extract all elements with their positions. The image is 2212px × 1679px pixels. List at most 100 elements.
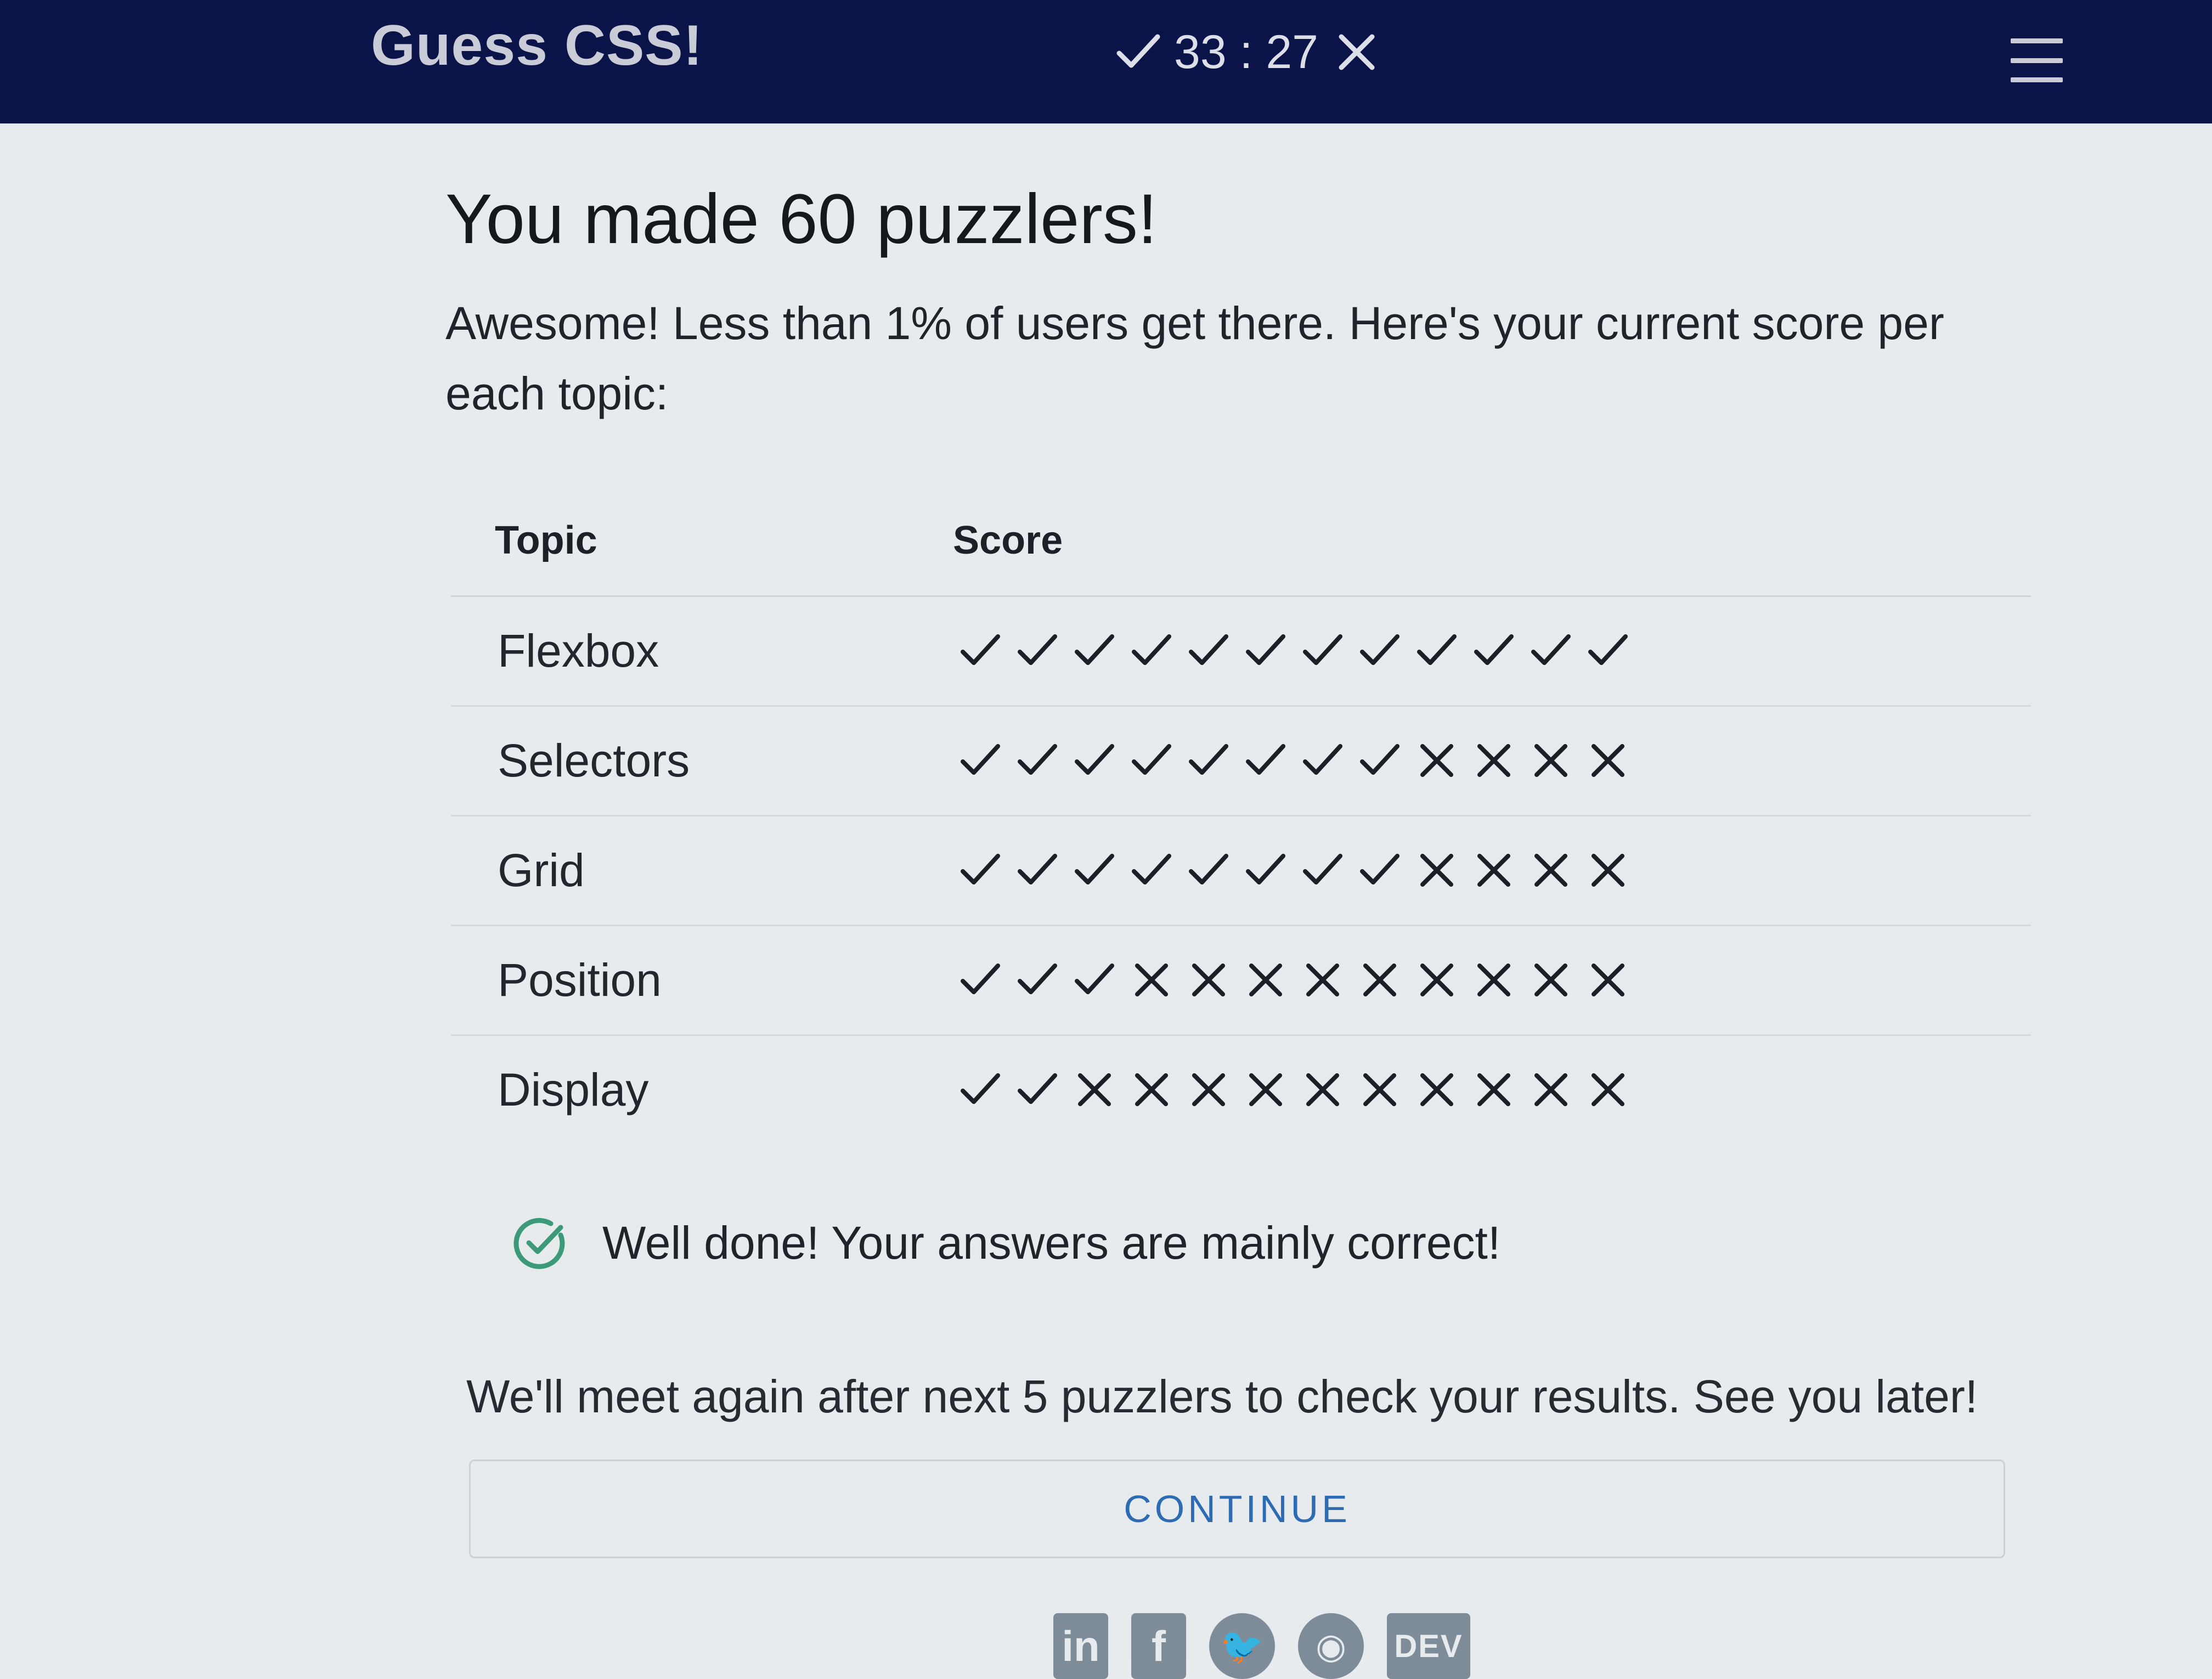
- cross-icon: [1415, 1068, 1472, 1112]
- feedback-message: Well done! Your answers are mainly corre…: [510, 1210, 1500, 1276]
- check-icon: [1415, 629, 1472, 673]
- cross-icon: [1472, 958, 1529, 1002]
- check-icon: [1187, 848, 1244, 892]
- page-title: You made 60 puzzlers!: [445, 180, 1158, 258]
- check-icon: [958, 958, 1015, 1002]
- check-icon: [958, 1068, 1015, 1112]
- check-icon: [1073, 629, 1130, 673]
- cross-icon: [1358, 1068, 1415, 1112]
- check-icon: [1301, 739, 1358, 782]
- cross-icon: [1472, 1068, 1529, 1112]
- menu-line: [2011, 58, 2063, 63]
- twitter-icon[interactable]: 🐦: [1209, 1613, 1275, 1679]
- score-marks: [958, 958, 1643, 1002]
- cross-icon: [1130, 958, 1187, 1002]
- cross-icon: [1073, 1068, 1130, 1112]
- cross-icon: [1301, 958, 1358, 1002]
- score-counter: 33 : 27: [1114, 22, 1379, 82]
- menu-line: [2011, 38, 2063, 43]
- continue-button[interactable]: CONTINUE: [469, 1460, 2005, 1558]
- table-row: Flexbox: [451, 597, 2031, 707]
- outro-text: We'll meet again after next 5 puzzlers t…: [466, 1371, 1978, 1422]
- check-icon: [1073, 739, 1130, 782]
- table-body: Flexbox Selectors Grid Position Display: [451, 597, 2031, 1144]
- cross-icon: [1187, 1068, 1244, 1112]
- cross-icon: [1244, 1068, 1301, 1112]
- cross-icon: [1358, 958, 1415, 1002]
- cross-icon: [1130, 1068, 1187, 1112]
- check-icon: [1073, 958, 1130, 1002]
- check-icon: [1015, 958, 1073, 1002]
- check-icon: [1130, 848, 1187, 892]
- check-icon: [1015, 739, 1073, 782]
- table-row: Display: [451, 1036, 2031, 1144]
- cross-icon: [1415, 848, 1472, 892]
- score-table: Topic Score Flexbox Selectors Grid Position…: [451, 486, 2031, 1144]
- hamburger-menu-icon[interactable]: [2011, 38, 2063, 82]
- check-icon: [1015, 1068, 1073, 1112]
- cross-icon: [1529, 739, 1586, 782]
- topic-name: Grid: [498, 844, 585, 896]
- cross-icon: [1187, 958, 1244, 1002]
- check-icon: [1073, 848, 1130, 892]
- app-title[interactable]: Guess CSS!: [371, 10, 703, 81]
- check-icon: [1015, 848, 1073, 892]
- check-icon: [1244, 739, 1301, 782]
- github-icon[interactable]: ◉: [1298, 1613, 1364, 1679]
- cross-icon: [1529, 958, 1586, 1002]
- check-icon: [1301, 848, 1358, 892]
- check-icon: [1472, 629, 1529, 673]
- topic-name: Flexbox: [498, 625, 659, 677]
- cross-icon: [1586, 739, 1643, 782]
- score-marks: [958, 848, 1643, 892]
- check-icon: [1130, 629, 1187, 673]
- check-icon: [1358, 848, 1415, 892]
- table-header: Topic Score: [451, 486, 2031, 597]
- check-icon: [1244, 629, 1301, 673]
- topic-name: Display: [498, 1064, 649, 1115]
- check-icon: [1529, 629, 1586, 673]
- cross-icon: [1586, 958, 1643, 1002]
- table-row: Position: [451, 926, 2031, 1036]
- column-header-topic: Topic: [495, 519, 597, 562]
- check-circle-icon: [514, 1218, 565, 1269]
- check-icon: [958, 848, 1015, 892]
- top-bar: Guess CSS! 33 : 27: [0, 0, 2212, 123]
- intro-text: Awesome! Less than 1% of users get there…: [445, 297, 1944, 419]
- check-icon: [958, 739, 1015, 782]
- cross-icon: [1529, 1068, 1586, 1112]
- table-row: Selectors: [451, 707, 2031, 816]
- cross-icon: [1339, 34, 1375, 70]
- check-icon: [1187, 629, 1244, 673]
- score-marks: [958, 629, 1643, 673]
- cross-icon: [1529, 848, 1586, 892]
- linkedin-icon[interactable]: in: [1053, 1613, 1108, 1679]
- cross-icon: [1415, 739, 1472, 782]
- topic-name: Position: [498, 954, 662, 1006]
- score-marks: [958, 1068, 1643, 1112]
- column-header-score: Score: [953, 519, 1063, 562]
- cross-icon: [1586, 848, 1643, 892]
- cross-icon: [1472, 739, 1529, 782]
- facebook-icon[interactable]: f: [1131, 1613, 1186, 1679]
- check-icon: [1358, 629, 1415, 673]
- check-icon: [1116, 34, 1160, 68]
- cross-icon: [1415, 958, 1472, 1002]
- check-icon: [1187, 739, 1244, 782]
- cross-icon: [1586, 1068, 1643, 1112]
- menu-line: [2011, 77, 2063, 82]
- check-icon: [1130, 739, 1187, 782]
- score-text: 33 : 27: [1174, 26, 1318, 78]
- topic-name: Selectors: [498, 735, 690, 786]
- feedback-text: Well done! Your answers are mainly corre…: [602, 1217, 1501, 1269]
- main-content: You made 60 puzzlers! Awesome! Less than…: [0, 123, 2212, 1679]
- check-icon: [1358, 739, 1415, 782]
- cross-icon: [1244, 958, 1301, 1002]
- dev-icon[interactable]: DEV: [1387, 1613, 1470, 1679]
- check-icon: [1244, 848, 1301, 892]
- cross-icon: [1301, 1068, 1358, 1112]
- check-icon: [1301, 629, 1358, 673]
- check-icon: [1015, 629, 1073, 673]
- score-marks: [958, 739, 1643, 782]
- check-icon: [1586, 629, 1643, 673]
